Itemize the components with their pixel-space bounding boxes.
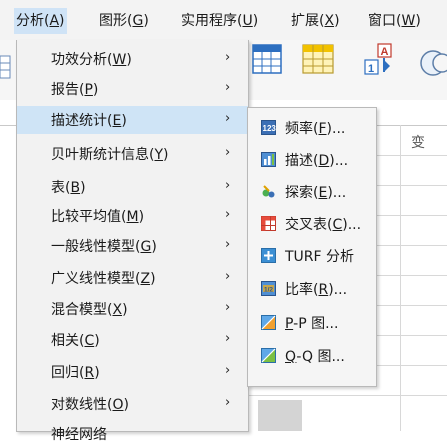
submenu-item-crosstabs[interactable]: 交叉表(C)... — [248, 209, 376, 239]
submenu-arrow-icon: › — [225, 237, 231, 252]
svg-text:A: A — [381, 46, 389, 58]
menu-item-mixed-models[interactable]: 混合模型(X) › — [17, 295, 248, 323]
submenu-arrow-icon: › — [225, 395, 231, 410]
split-table-icon[interactable] — [302, 44, 334, 74]
menu-item-descriptive-statistics[interactable]: 描述统计(E) › — [17, 106, 248, 134]
menu-item-power-analysis[interactable]: 功效分析(W) › — [17, 45, 248, 73]
menu-bar: 分析(A) 图形(G) 实用程序(U) 扩展(X) 窗口(W) — [0, 0, 447, 41]
submenu-item-qq-plots[interactable]: Q-Q 图... — [248, 341, 376, 371]
submenu-item-ratio[interactable]: 1/2 比率(R)... — [248, 274, 376, 304]
submenu-arrow-icon: › — [225, 363, 231, 378]
qq-plot-icon — [261, 348, 276, 363]
grid-line — [375, 155, 447, 156]
menu-item-neural-networks[interactable]: 神经网络 — [17, 420, 248, 448]
menu-item-generalized-linear-models[interactable]: 广义线性模型(Z) › — [17, 264, 248, 292]
submenu-item-turf-analysis[interactable]: TURF 分析 — [248, 241, 376, 271]
empty-cell — [258, 400, 302, 431]
submenu-arrow-icon: › — [225, 207, 231, 222]
submenu-arrow-icon: › — [225, 178, 231, 193]
grid-line — [375, 185, 447, 186]
submenu-arrow-icon: › — [225, 300, 231, 315]
menu-window[interactable]: 窗口(W) — [368, 11, 421, 31]
menu-extensions[interactable]: 扩展(X) — [291, 11, 340, 31]
grid-line — [375, 305, 447, 306]
grid-line — [375, 335, 447, 336]
menu-item-tables[interactable]: 表(B) › — [17, 173, 248, 201]
variable-column-header[interactable]: 变 — [411, 132, 425, 152]
submenu-arrow-icon: › — [225, 269, 231, 284]
menu-analyze[interactable]: 分析(A) — [14, 8, 67, 34]
submenu-item-pp-plots[interactable]: P-P 图... — [248, 308, 376, 338]
grid-line — [375, 245, 447, 246]
analyze-menu: 功效分析(W) › 报告(P) › 描述统计(E) › 贝叶斯统计信息(Y) ›… — [16, 40, 249, 443]
descriptives-icon — [261, 152, 276, 167]
turf-icon — [261, 248, 276, 263]
grid-line — [375, 365, 447, 366]
menu-item-general-linear-model[interactable]: 一般线性模型(G) › — [17, 232, 248, 260]
submenu-arrow-icon: › — [225, 145, 231, 160]
pp-plot-icon — [261, 315, 276, 330]
svg-text:123: 123 — [263, 124, 277, 133]
grid-line — [400, 125, 401, 431]
crosstabs-icon — [261, 216, 276, 231]
grid-line — [375, 275, 447, 276]
use-sets-icon[interactable] — [413, 48, 447, 78]
menu-item-regression[interactable]: 回归(R) › — [17, 358, 248, 386]
partial-toolbar-icon[interactable] — [0, 54, 12, 80]
submenu-arrow-icon: › — [225, 80, 231, 95]
menu-item-bayesian-statistics[interactable]: 贝叶斯统计信息(Y) › — [17, 140, 248, 168]
menu-item-compare-means[interactable]: 比较平均值(M) › — [17, 202, 248, 230]
menu-item-reports[interactable]: 报告(P) › — [17, 75, 248, 103]
frequencies-icon: 123 — [261, 120, 276, 135]
submenu-arrow-icon: › — [225, 50, 231, 65]
grid-table-icon[interactable] — [252, 44, 282, 74]
value-labels-icon[interactable]: A 1 — [364, 42, 404, 78]
submenu-item-explore[interactable]: 探索(E)... — [248, 177, 376, 207]
menu-item-correlate[interactable]: 相关(C) › — [17, 326, 248, 354]
menu-item-loglinear[interactable]: 对数线性(O) › — [17, 390, 248, 418]
submenu-item-descriptives[interactable]: 描述(D)... — [248, 145, 376, 175]
svg-text:1: 1 — [368, 63, 374, 75]
submenu-item-frequencies[interactable]: 123 频率(F)... — [248, 113, 376, 143]
descriptive-statistics-submenu: 123 频率(F)... 描述(D)... 探索(E)... 交叉表(C)... — [247, 107, 377, 387]
submenu-arrow-icon: › — [225, 331, 231, 346]
grid-line — [375, 215, 447, 216]
menu-graphs[interactable]: 图形(G) — [99, 11, 149, 31]
submenu-arrow-icon: › — [225, 111, 231, 126]
ratio-icon: 1/2 — [261, 281, 276, 296]
menu-utilities[interactable]: 实用程序(U) — [181, 11, 258, 31]
grid-line — [247, 395, 447, 396]
explore-icon — [262, 185, 275, 198]
svg-text:1/2: 1/2 — [264, 287, 273, 294]
